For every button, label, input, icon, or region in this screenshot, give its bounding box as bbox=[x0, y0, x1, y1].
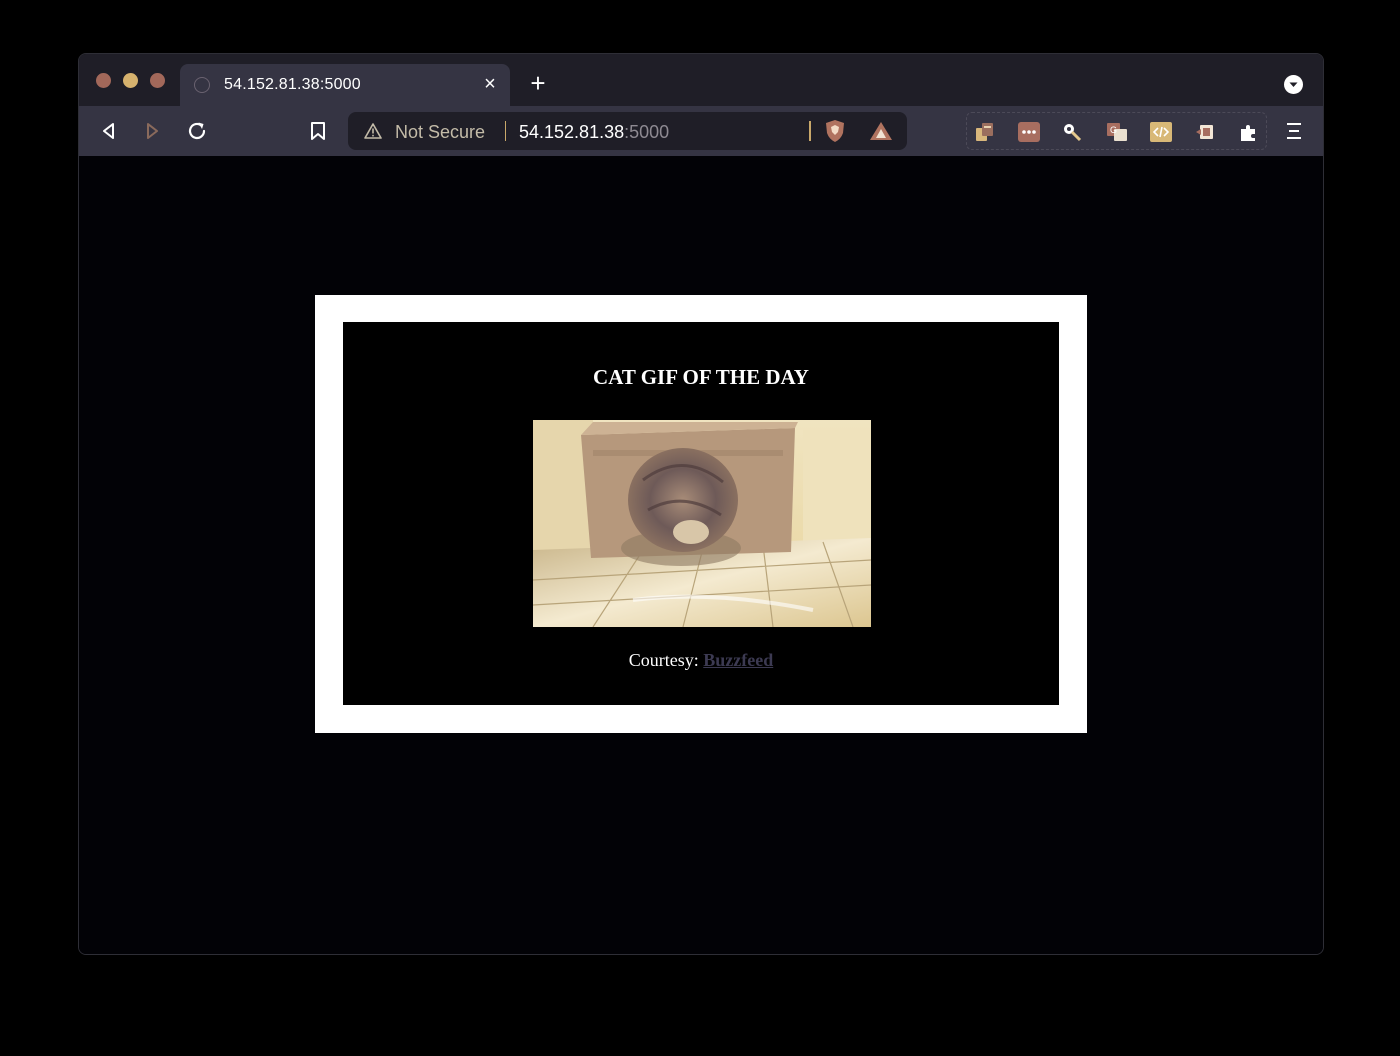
back-button[interactable] bbox=[97, 119, 121, 143]
menu-icon[interactable] bbox=[1287, 121, 1301, 141]
url-divider bbox=[505, 121, 506, 141]
page-title: CAT GIF OF THE DAY bbox=[593, 365, 809, 389]
cat-gif-image bbox=[533, 420, 871, 627]
warning-icon bbox=[364, 123, 382, 139]
url-port: :5000 bbox=[624, 122, 670, 142]
extensions-area: G bbox=[966, 112, 1267, 150]
courtesy-label: Courtesy: bbox=[628, 650, 699, 670]
chevron-down-icon bbox=[1289, 82, 1298, 87]
brave-shields-icon[interactable] bbox=[824, 119, 846, 143]
copy-extension-icon[interactable] bbox=[974, 122, 996, 142]
courtesy-line: Courtesy: Buzzfeed bbox=[343, 650, 1059, 671]
brave-rewards-icon[interactable] bbox=[869, 121, 893, 141]
window-close-button[interactable] bbox=[96, 73, 111, 88]
url-divider-right bbox=[809, 121, 811, 141]
window-maximize-button[interactable] bbox=[150, 73, 165, 88]
tab-strip: 54.152.81.38:5000 × + bbox=[79, 54, 1323, 106]
bookmark-button[interactable] bbox=[306, 119, 330, 143]
address-bar[interactable]: Not Secure 54.152.81.38:5000 bbox=[348, 112, 907, 150]
page-viewport: CAT GIF OF THE DAY Courtesy: Buzzfeed bbox=[79, 156, 1323, 954]
forward-icon bbox=[147, 123, 158, 139]
new-tab-button[interactable]: + bbox=[526, 70, 550, 96]
buzzfeed-link[interactable]: Buzzfeed bbox=[703, 650, 773, 670]
translate-extension-icon[interactable]: G bbox=[1106, 122, 1128, 142]
url-host: 54.152.81.38 bbox=[519, 122, 625, 142]
cat-gif-picture bbox=[533, 420, 871, 627]
window-extension-icon[interactable] bbox=[1194, 122, 1216, 142]
globe-icon bbox=[194, 77, 210, 93]
url-text[interactable]: 54.152.81.38:5000 bbox=[519, 122, 669, 143]
tab-title: 54.152.81.38:5000 bbox=[224, 76, 361, 93]
puzzle-icon[interactable] bbox=[1238, 122, 1260, 142]
content-panel: CAT GIF OF THE DAY Courtesy: Buzzfeed bbox=[343, 322, 1059, 705]
back-icon bbox=[103, 123, 114, 139]
forward-button[interactable] bbox=[140, 119, 164, 143]
tab-search-button[interactable] bbox=[1284, 75, 1303, 94]
code-extension-icon[interactable] bbox=[1150, 122, 1172, 142]
key-extension-icon[interactable] bbox=[1062, 122, 1084, 142]
browser-window: 54.152.81.38:5000 × + Not Secure 54.152.… bbox=[78, 53, 1324, 955]
toolbar: Not Secure 54.152.81.38:5000 G bbox=[79, 106, 1323, 156]
reload-button[interactable] bbox=[185, 119, 209, 143]
svg-text:G: G bbox=[1110, 125, 1117, 135]
tab-close-button[interactable]: × bbox=[478, 72, 502, 96]
window-minimize-button[interactable] bbox=[123, 73, 138, 88]
tab-active[interactable]: 54.152.81.38:5000 × bbox=[180, 64, 510, 106]
more-dots-extension-icon[interactable] bbox=[1018, 122, 1040, 142]
reload-icon bbox=[188, 122, 206, 140]
bookmark-icon bbox=[311, 122, 325, 140]
content-frame: CAT GIF OF THE DAY Courtesy: Buzzfeed bbox=[315, 295, 1087, 733]
security-label[interactable]: Not Secure bbox=[395, 122, 485, 143]
